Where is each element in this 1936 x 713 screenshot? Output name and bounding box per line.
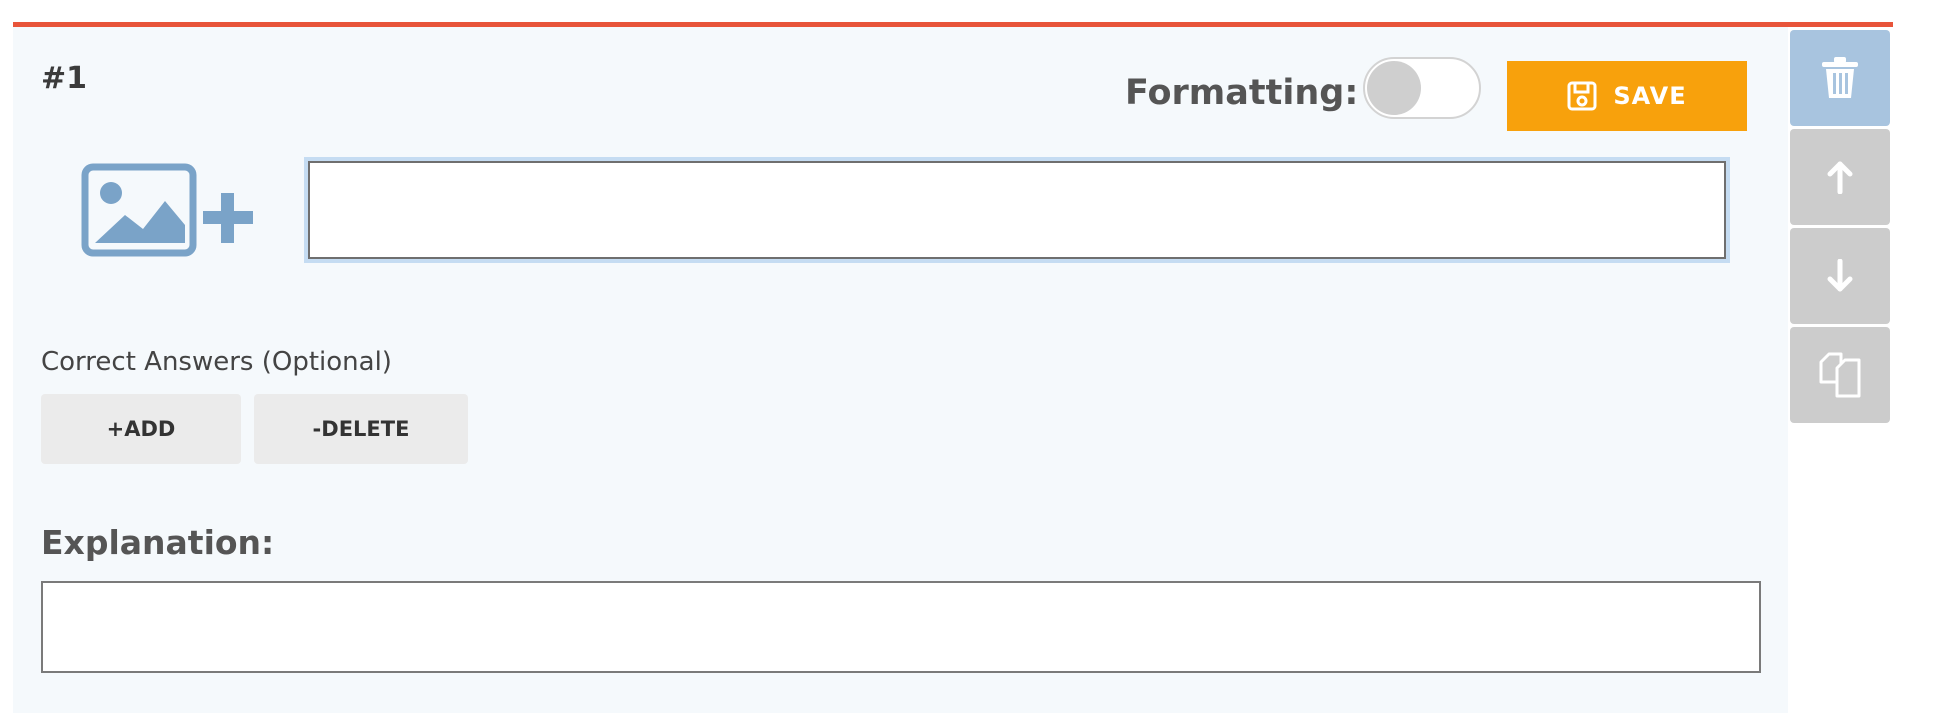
move-down-button[interactable]	[1790, 228, 1890, 324]
formatting-label: Formatting:	[1125, 73, 1359, 113]
trash-icon	[1822, 57, 1858, 98]
add-answer-button[interactable]: +ADD	[41, 394, 241, 464]
add-image-icon[interactable]	[81, 163, 271, 259]
toggle-knob	[1367, 61, 1421, 115]
question-card: #1 Formatting: SAVE Correct Answers (Opt…	[13, 27, 1788, 713]
floppy-disk-icon	[1567, 81, 1597, 111]
formatting-toggle[interactable]	[1363, 57, 1481, 119]
move-up-button[interactable]	[1790, 129, 1890, 225]
save-label: SAVE	[1613, 82, 1687, 110]
explanation-input[interactable]	[41, 581, 1761, 673]
arrow-down-icon	[1827, 259, 1853, 292]
explanation-label: Explanation:	[41, 523, 275, 562]
question-text-input[interactable]	[304, 157, 1730, 263]
delete-answer-button[interactable]: -DELETE	[254, 394, 468, 464]
save-button[interactable]: SAVE	[1507, 61, 1747, 131]
arrow-up-icon	[1827, 161, 1853, 194]
duplicate-question-button[interactable]	[1790, 327, 1890, 423]
delete-question-button[interactable]	[1790, 30, 1890, 126]
copy-icon	[1819, 352, 1861, 398]
question-number: #1	[41, 61, 88, 96]
correct-answers-label: Correct Answers (Optional)	[41, 347, 392, 377]
